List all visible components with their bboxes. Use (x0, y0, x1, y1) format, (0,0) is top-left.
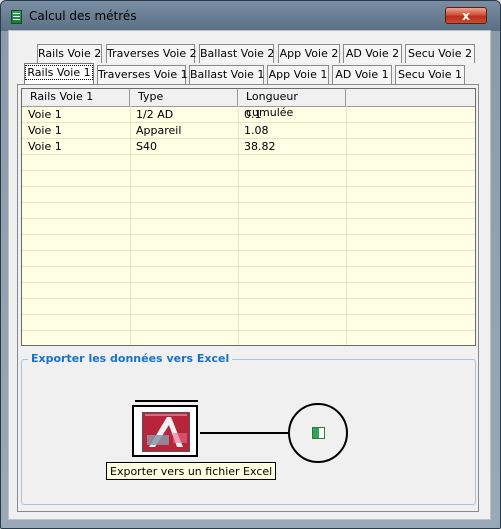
row-divider (22, 186, 475, 187)
column-header-empty (346, 89, 475, 106)
tab-ballast-voie-2[interactable]: Ballast Voie 2 (199, 44, 274, 63)
app-icon (11, 10, 22, 24)
grid-header: Rails Voie 1 Type Longueur cumulée (22, 89, 475, 119)
table-cell: S40 (136, 140, 157, 153)
table-cell: Voie 1 (28, 140, 62, 153)
export-file-icon-graphic (143, 413, 189, 451)
row-divider (22, 250, 475, 251)
button-top-edge (135, 400, 198, 402)
tab-traverses-voie-1[interactable]: Traverses Voie 1 (97, 65, 188, 84)
tab-rails-voie-2[interactable]: Rails Voie 2 (37, 44, 102, 63)
table-row[interactable]: Voie 1 1/2 AD 0.1 (22, 107, 475, 123)
table-cell: 0.1 (244, 108, 262, 121)
tab-app-voie-1[interactable]: App Voie 1 (267, 65, 329, 84)
tab-rails-voie-1-label: Rails Voie 1 (25, 65, 93, 80)
table-cell: 1.08 (244, 124, 269, 137)
table-cell: Voie 1 (28, 124, 62, 137)
row-divider (22, 282, 475, 283)
export-file-icon (142, 412, 190, 452)
row-divider (22, 298, 475, 299)
tab-app-voie-2[interactable]: App Voie 2 (278, 44, 340, 63)
export-tooltip: Exporter vers un fichier Excel (106, 462, 277, 480)
export-group-title: Exporter les données vers Excel (28, 352, 233, 365)
excel-target-node[interactable] (288, 403, 348, 463)
row-divider (22, 202, 475, 203)
tab-ad-voie-1[interactable]: AD Voie 1 (332, 65, 392, 84)
export-connector-line (200, 432, 288, 434)
close-button[interactable]: x (445, 7, 487, 24)
column-header-type[interactable]: Type (130, 89, 238, 106)
column-header-rails[interactable]: Rails Voie 1 (22, 89, 130, 106)
table-cell: Voie 1 (28, 108, 62, 121)
table-row[interactable]: Voie 1 S40 38.82 (22, 139, 475, 155)
table-row[interactable]: Voie 1 Appareil 1.08 (22, 123, 475, 139)
window-title: Calcul des métrés (29, 9, 137, 23)
tab-rails-voie-1[interactable]: Rails Voie 1 (24, 63, 94, 84)
row-divider (22, 122, 475, 123)
data-grid[interactable]: Rails Voie 1 Type Longueur cumulée Voie … (21, 88, 476, 346)
row-divider (22, 170, 475, 171)
row-divider (22, 154, 475, 155)
table-cell: 1/2 AD (136, 108, 174, 121)
tab-secu-voie-2[interactable]: Secu Voie 2 (405, 44, 475, 63)
title-bar[interactable]: Calcul des métrés x (1, 1, 500, 31)
row-divider (22, 314, 475, 315)
table-cell: 38.82 (244, 140, 276, 153)
row-divider (22, 330, 475, 331)
column-header-longueur[interactable]: Longueur cumulée (238, 89, 346, 119)
tab-ad-voie-2[interactable]: AD Voie 2 (343, 44, 402, 63)
tab-secu-voie-1[interactable]: Secu Voie 1 (395, 65, 465, 84)
export-excel-button[interactable] (132, 405, 198, 457)
table-cell: Appareil (136, 124, 182, 137)
row-divider (22, 138, 475, 139)
row-divider (22, 234, 475, 235)
row-divider (22, 218, 475, 219)
tab-ballast-voie-1[interactable]: Ballast Voie 1 (189, 65, 264, 84)
tab-traverses-voie-2[interactable]: Traverses Voie 2 (106, 44, 197, 63)
excel-icon (312, 427, 325, 439)
row-divider (22, 266, 475, 267)
